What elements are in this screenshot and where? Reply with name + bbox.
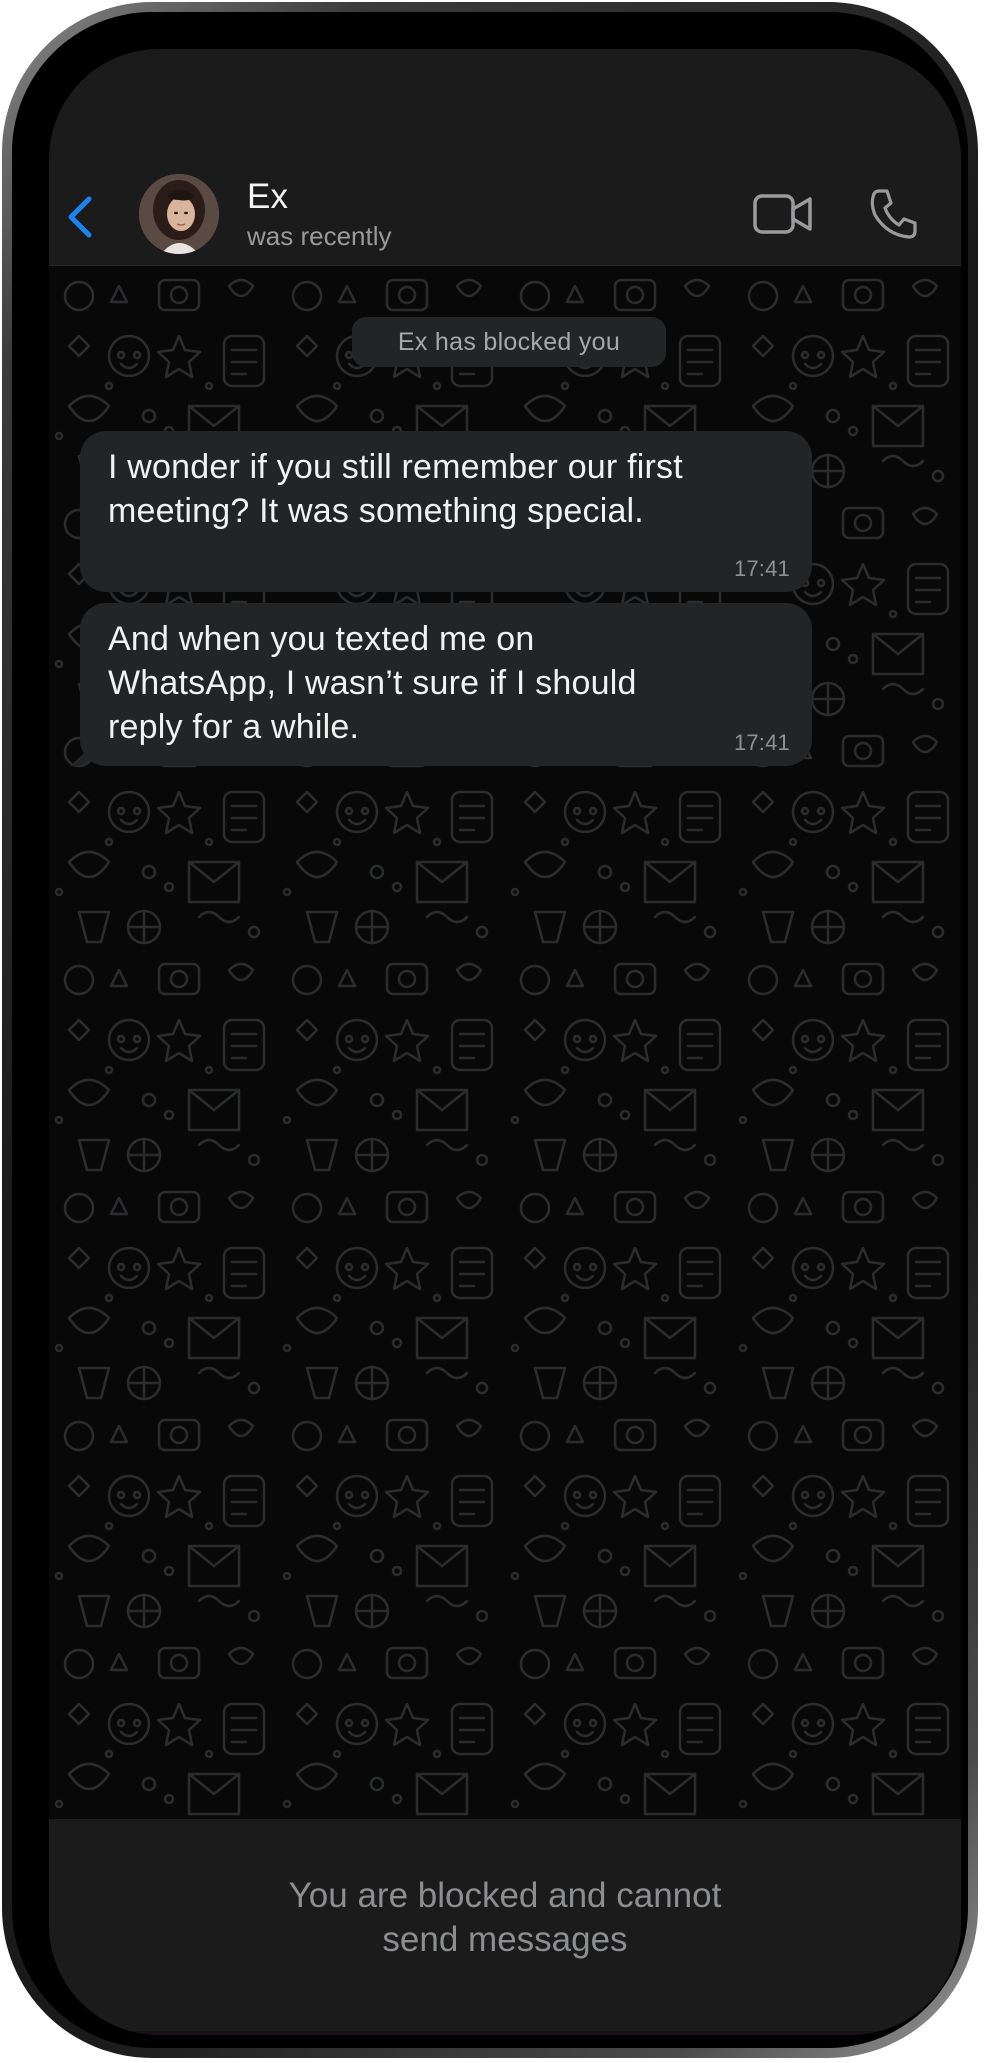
message-time: 17:41 [733,730,790,755]
message-bubble[interactable]: And when you texted me on WhatsApp, I wa… [80,603,812,766]
message-bubble[interactable]: I wonder if you still remember our first… [80,431,812,592]
phone-frame: Ex was recently Ex has blocked you I won… [2,2,978,2058]
phone-bezel: Ex was recently Ex has blocked you I won… [12,12,968,2048]
chat-header: Ex was recently [49,49,961,266]
blocked-footer: You are blocked and cannot send messages [49,1819,961,2035]
back-button[interactable] [59,187,99,247]
avatar[interactable] [139,174,219,254]
video-call-button[interactable] [752,189,814,239]
message-text: And when you texted me on WhatsApp, I wa… [108,620,637,746]
voice-call-button[interactable] [867,187,919,243]
chat-area[interactable]: Ex has blocked you I wonder if you still… [49,266,961,1818]
blocked-notice: Ex has blocked you [352,317,666,367]
home-indicator [49,2031,961,2035]
message-time: 17:41 [733,556,790,581]
screen: Ex was recently Ex has blocked you I won… [49,49,961,2035]
message-text: I wonder if you still remember our first… [108,448,683,530]
contact-status: was recently [247,221,392,251]
blocked-message: You are blocked and cannot send messages [288,1876,722,1959]
chevron-left-icon [68,196,92,238]
phone-icon [870,189,917,239]
video-camera-icon [753,194,812,234]
avatar-image [139,174,219,254]
contact-name[interactable]: Ex [247,177,288,217]
